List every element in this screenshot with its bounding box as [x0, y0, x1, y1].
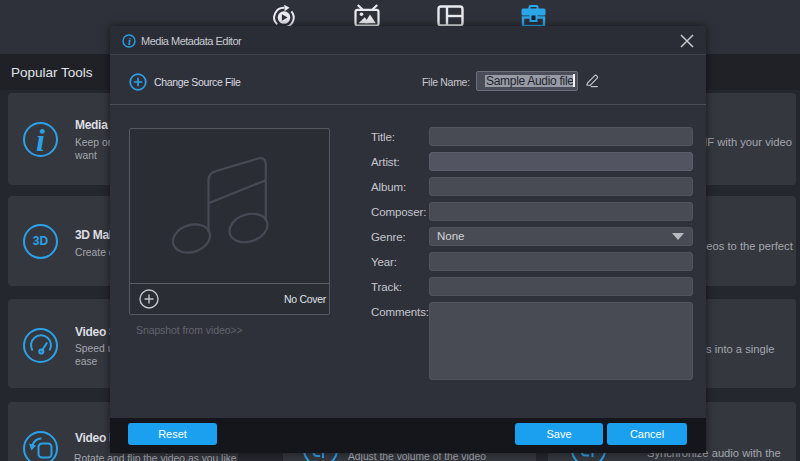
svg-text:i: i [128, 35, 132, 47]
